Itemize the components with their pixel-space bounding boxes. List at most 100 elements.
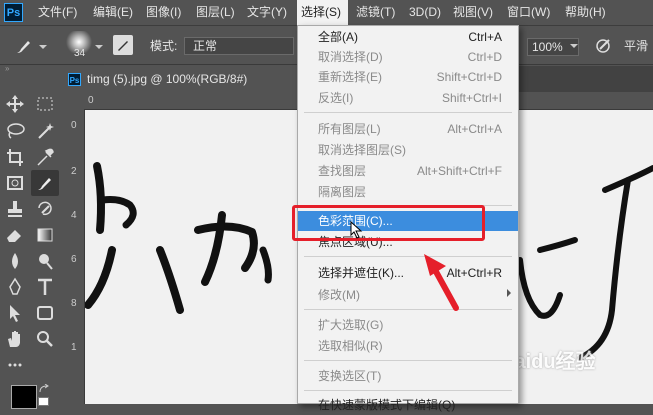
brush-picker-dropdown-icon[interactable] bbox=[95, 45, 103, 49]
menu-item-label: 反选(I) bbox=[318, 91, 354, 105]
swap-colors-icon[interactable] bbox=[38, 383, 50, 393]
menu-item-label: 变换选区(T) bbox=[318, 369, 382, 383]
menu-item-inverse[interactable]: 反选(I) Shift+Ctrl+I bbox=[298, 88, 518, 108]
annotation-highlight-box bbox=[292, 205, 485, 241]
menu-item-shortcut: Shift+Ctrl+D bbox=[436, 70, 502, 84]
ruler-tick-label: 2 bbox=[71, 166, 77, 177]
menu-separator bbox=[304, 256, 512, 257]
document-tab-title[interactable]: timg (5).jpg @ 100%(RGB/8#) bbox=[87, 71, 247, 87]
magic-wand-tool-icon[interactable] bbox=[33, 120, 57, 142]
menu-item-label: 选取相似(R) bbox=[318, 339, 383, 353]
menu-item-label: 所有图层(L) bbox=[318, 122, 381, 136]
menu-separator bbox=[304, 112, 512, 113]
menu-item-label: 取消选择图层(S) bbox=[318, 143, 406, 157]
menu-item-find-layers[interactable]: 查找图层 Alt+Shift+Ctrl+F bbox=[298, 161, 518, 181]
menu-layer[interactable]: 图层(L) bbox=[196, 0, 235, 25]
ruler-tick-label: 0 bbox=[88, 95, 94, 106]
menu-item-label: 查找图层 bbox=[318, 164, 367, 178]
clone-stamp-tool-icon[interactable] bbox=[3, 198, 27, 220]
gradient-tool-icon[interactable] bbox=[33, 224, 57, 246]
menu-item-shortcut: Shift+Ctrl+I bbox=[441, 91, 502, 105]
brush-tool-active-icon[interactable] bbox=[31, 170, 59, 196]
menu-item-quick-mask[interactable]: 在快速蒙版模式下编辑(Q) bbox=[298, 395, 518, 415]
ruler-tick-label: 0 bbox=[71, 120, 77, 131]
menu-item-grow[interactable]: 扩大选取(G) bbox=[298, 315, 518, 335]
move-tool-icon[interactable] bbox=[3, 93, 27, 115]
menu-separator bbox=[304, 309, 512, 310]
brush-size-value: 34 bbox=[74, 48, 86, 59]
menu-item-label: 全部(A) bbox=[318, 30, 358, 44]
default-colors-icon[interactable] bbox=[38, 397, 49, 406]
mode-label: 模式: bbox=[150, 39, 178, 53]
menu-filter[interactable]: 滤镜(T) bbox=[356, 0, 395, 25]
menu-item-label: 在快速蒙版模式下编辑(Q) bbox=[318, 398, 456, 412]
menu-item-shortcut: Alt+Shift+Ctrl+F bbox=[416, 164, 502, 178]
menu-item-deselect-layers[interactable]: 取消选择图层(S) bbox=[298, 140, 518, 160]
zoom-tool-icon[interactable] bbox=[33, 328, 57, 350]
menu-window[interactable]: 窗口(W) bbox=[507, 0, 550, 25]
document-file-icon: Ps bbox=[68, 73, 81, 86]
brush-settings-panel-icon[interactable] bbox=[113, 35, 133, 55]
zoom-dropdown-icon[interactable] bbox=[570, 44, 578, 48]
hand-tool-icon[interactable] bbox=[3, 328, 27, 350]
menu-item-reselect[interactable]: 重新选择(E) Shift+Ctrl+D bbox=[298, 67, 518, 87]
annotation-arrow-icon bbox=[418, 250, 466, 314]
menu-file[interactable]: 文件(F) bbox=[38, 0, 77, 25]
menu-item-shortcut: Alt+Ctrl+A bbox=[447, 122, 502, 136]
menu-item-isolate-layers[interactable]: 隔离图层 bbox=[298, 182, 518, 202]
ruler-tick-label: 1 bbox=[71, 342, 77, 353]
menu-image[interactable]: 图像(I) bbox=[146, 0, 181, 25]
menu-type[interactable]: 文字(Y) bbox=[247, 0, 287, 25]
menu-3d[interactable]: 3D(D) bbox=[409, 0, 441, 25]
marquee-tool-icon[interactable] bbox=[33, 93, 57, 115]
menu-help[interactable]: 帮助(H) bbox=[565, 0, 606, 25]
menu-separator bbox=[304, 390, 512, 391]
menu-edit[interactable]: 编辑(E) bbox=[93, 0, 133, 25]
menu-item-shortcut: Ctrl+A bbox=[468, 30, 502, 44]
ruler-tick-label: 4 bbox=[71, 210, 77, 221]
toolbar-grip[interactable]: » bbox=[5, 65, 55, 73]
mouse-cursor-icon bbox=[350, 220, 364, 239]
menu-select[interactable]: 选择(S) bbox=[297, 0, 348, 25]
history-brush-tool-icon[interactable] bbox=[33, 198, 57, 220]
eraser-tool-icon[interactable] bbox=[3, 224, 27, 246]
menu-item-label: 重新选择(E) bbox=[318, 70, 382, 84]
submenu-arrow-icon bbox=[507, 289, 511, 297]
menu-item-select-all[interactable]: 全部(A) Ctrl+A bbox=[298, 27, 518, 47]
more-tools-icon[interactable] bbox=[3, 354, 27, 376]
path-selection-tool-icon[interactable] bbox=[3, 302, 27, 324]
menu-item-shortcut: Ctrl+D bbox=[467, 50, 502, 64]
foreground-color-swatch[interactable] bbox=[11, 385, 37, 409]
type-tool-icon[interactable] bbox=[33, 276, 57, 298]
menu-separator bbox=[304, 360, 512, 361]
menu-view[interactable]: 视图(V) bbox=[453, 0, 493, 25]
photoshop-logo-icon[interactable]: Ps bbox=[4, 3, 23, 22]
menu-item-all-layers[interactable]: 所有图层(L) Alt+Ctrl+A bbox=[298, 119, 518, 139]
menu-item-modify[interactable]: 修改(M) bbox=[298, 285, 518, 305]
menu-item-label: 扩大选取(G) bbox=[318, 318, 384, 332]
tool-preset-dropdown-icon[interactable] bbox=[39, 45, 47, 49]
brush-tool-icon[interactable] bbox=[12, 35, 36, 57]
menu-item-label: 取消选择(D) bbox=[318, 50, 383, 64]
dodge-tool-icon[interactable] bbox=[33, 250, 57, 272]
menu-item-similar[interactable]: 选取相似(R) bbox=[298, 336, 518, 356]
menu-item-select-and-mask[interactable]: 选择并遮住(K)... Alt+Ctrl+R bbox=[298, 263, 518, 283]
lasso-tool-icon[interactable] bbox=[3, 120, 27, 142]
mode-select[interactable]: 正常 bbox=[184, 37, 294, 55]
frame-tool-icon[interactable] bbox=[3, 172, 27, 194]
ruler-tick-label: 8 bbox=[71, 298, 77, 309]
rectangle-tool-icon[interactable] bbox=[33, 302, 57, 324]
menu-item-label: 隔离图层 bbox=[318, 185, 367, 199]
menu-item-transform-selection[interactable]: 变换选区(T) bbox=[298, 366, 518, 386]
smoothing-label: 平滑 bbox=[624, 39, 649, 53]
ruler-tick-label: 6 bbox=[71, 254, 77, 265]
menu-item-deselect[interactable]: 取消选择(D) Ctrl+D bbox=[298, 47, 518, 67]
airbrush-icon[interactable] bbox=[594, 36, 616, 56]
pen-tool-icon[interactable] bbox=[3, 276, 27, 298]
ruler-origin[interactable] bbox=[62, 92, 85, 109]
menu-item-label: 修改(M) bbox=[318, 288, 360, 302]
blur-tool-icon[interactable] bbox=[3, 250, 27, 272]
eyedropper-tool-icon[interactable] bbox=[33, 146, 57, 168]
crop-tool-icon[interactable] bbox=[3, 146, 27, 168]
menu-item-label: 选择并遮住(K)... bbox=[318, 266, 404, 280]
